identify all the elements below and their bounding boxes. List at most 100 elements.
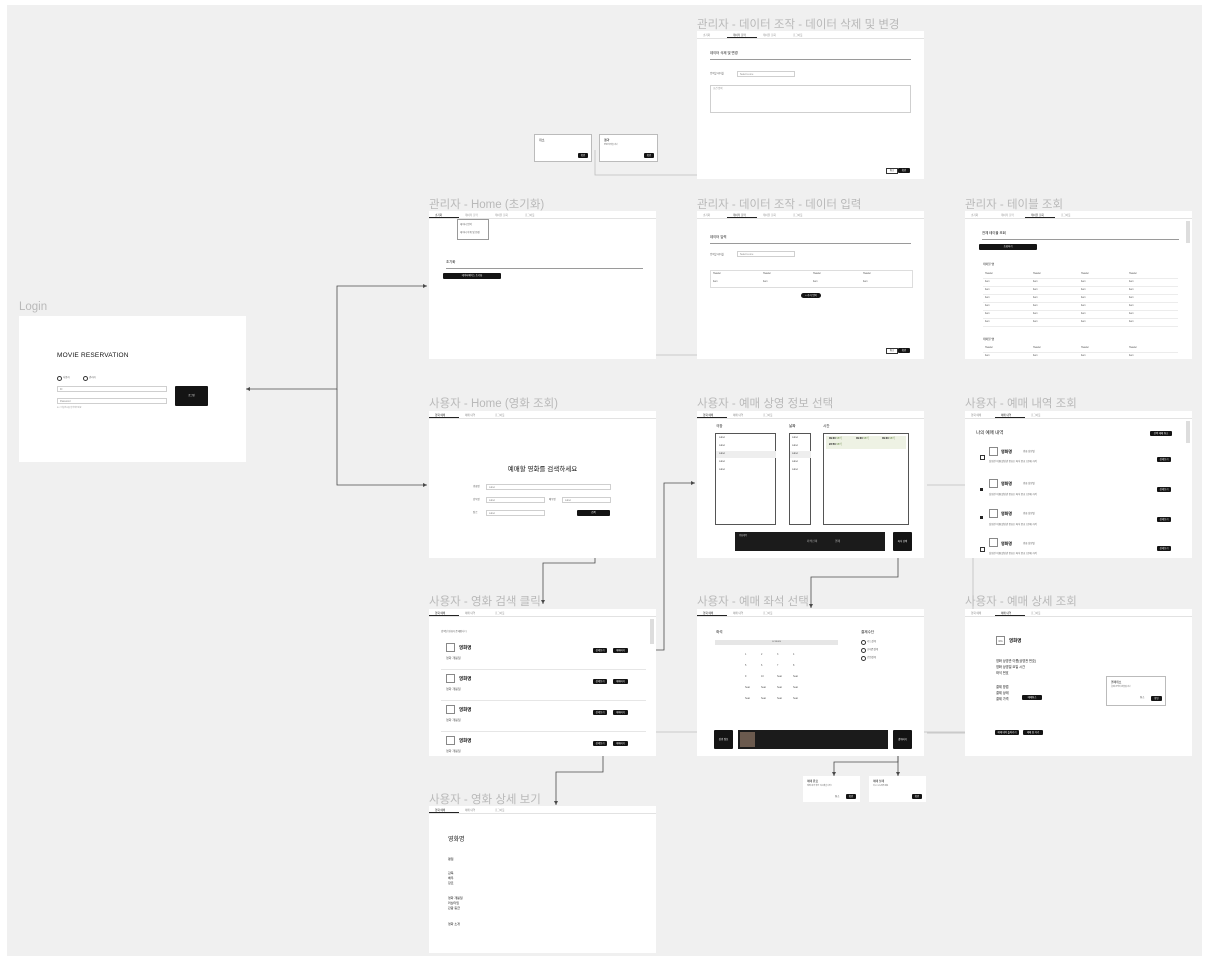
prev-button[interactable]: 상영 정보 [714,730,733,749]
tab-init[interactable]: 초기화 [697,31,727,38]
pay-button[interactable]: 결제하기 [893,730,912,749]
radio-phone[interactable] [861,648,866,653]
radio-simple[interactable] [861,656,866,661]
tab-data[interactable]: 데이터 조작 [727,31,757,38]
theater-item[interactable]: Label [719,436,725,439]
seat[interactable]: 7 [777,664,778,667]
tab-data[interactable]: 데이터 조작 [459,211,489,218]
tab-booking[interactable]: 영화 예매 [429,609,459,616]
book-button[interactable]: 예매하기 [613,710,628,715]
tab-logout[interactable]: 로그아웃 [1055,211,1085,218]
seat[interactable]: 6 [761,664,762,667]
tab-history[interactable]: 예매 내역 [995,609,1025,616]
tab-init[interactable]: 초기화 [429,211,459,218]
tab-logout[interactable]: 로그아웃 [757,609,787,616]
seat[interactable]: Seat [777,697,782,700]
tab-booking[interactable]: 영화 예매 [697,411,727,418]
theater-item[interactable]: Label [719,468,725,471]
modal-result-ok[interactable]: 확인 [644,153,654,158]
radio-card[interactable] [861,640,866,645]
tab-history[interactable]: 예매 내역 [459,806,489,813]
id-field[interactable]: ID [57,386,167,392]
table-select[interactable]: Select a one [737,251,795,257]
tab-booking[interactable]: 영화 예매 [965,609,995,616]
menu-item-insert[interactable]: 데이터 입력 [460,223,472,226]
condition-textarea[interactable]: 조건 입력 [710,85,911,113]
tab-table[interactable]: 테이블 조회 [1025,211,1055,218]
tab-init[interactable]: 초기화 [697,211,727,218]
seat[interactable]: Seat [777,675,782,678]
seat[interactable]: 5 [745,664,746,667]
tab-history[interactable]: 예매 내역 [459,609,489,616]
detail-button[interactable]: 상세보기 [1157,546,1171,551]
seat[interactable]: 4 [793,653,794,656]
tab-booking[interactable]: 영화 예매 [429,806,459,813]
cell[interactable]: Item [863,280,868,283]
init-button[interactable]: 데이터베이스 초기화 [443,273,501,279]
tab-table[interactable]: 테이블 조회 [489,211,519,218]
add-row-button[interactable]: + 추가 입력 [801,293,821,298]
scrollbar[interactable] [1186,421,1190,443]
tab-data[interactable]: 데이터 조작 [727,211,757,218]
tab-history[interactable]: 예매 내역 [459,411,489,418]
detail-button[interactable]: 상세보기 [593,648,607,653]
tab-table[interactable]: 테이블 조회 [757,211,787,218]
popup-cancel[interactable]: 취소 [1140,696,1144,699]
detail-button[interactable]: 상세보기 [1157,487,1171,492]
menu-item-delete[interactable]: 데이터 삭제 및 변경 [460,231,480,234]
checkbox-checked[interactable] [980,516,983,519]
tab-logout[interactable]: 로그아웃 [489,609,519,616]
date-item[interactable]: Label [792,460,798,463]
date-item[interactable]: Label [792,468,798,471]
book-button[interactable]: 예매하기 [613,741,628,746]
modal-cancel-ok[interactable]: 확인 [578,153,588,158]
tab-history[interactable]: 예매 내역 [727,411,757,418]
actor-input[interactable]: Label [562,497,611,503]
seat[interactable]: Seat [793,686,798,689]
tab-history[interactable]: 예매 내역 [995,411,1025,418]
tab-logout[interactable]: 로그아웃 [787,211,817,218]
tab-logout[interactable]: 로그아웃 [1025,609,1055,616]
seat[interactable]: 2 [761,653,762,656]
book-button[interactable]: 예매하기 [613,679,628,684]
seat[interactable]: Seat [777,686,782,689]
detail-button[interactable]: 상세보기 [593,741,607,746]
time-slot[interactable]: 22:50 98석 [829,443,842,447]
detail-button[interactable]: 상세보기 [593,710,607,715]
modal-ok[interactable]: 확인 [846,794,856,799]
scrollbar[interactable] [1186,221,1190,243]
table-select[interactable]: Select a one [737,71,795,77]
time-slot[interactable]: 09:30 98석 [829,437,842,441]
tab-booking[interactable]: 영화 예매 [429,411,459,418]
tab-booking[interactable]: 영화 예매 [697,609,727,616]
cell[interactable]: Item [813,280,818,283]
seat[interactable]: Seat [761,686,766,689]
go-booking-button[interactable]: 예매 창 가기 [1023,730,1043,735]
detail-button[interactable]: 상세보기 [1157,457,1171,462]
cancel-button[interactable]: 취소 [886,168,898,174]
radio-admin[interactable] [83,376,88,381]
seat-select-button[interactable]: 좌석 선택 [893,532,912,551]
tab-logout[interactable]: 로그아웃 [489,411,519,418]
date-item[interactable]: Label [792,444,798,447]
cell[interactable]: Item [763,280,768,283]
theater-item-selected[interactable]: Label [719,452,725,455]
seat[interactable]: Seat [793,697,798,700]
seat[interactable]: 9 [745,675,746,678]
seat[interactable]: Seat [745,697,750,700]
tab-logout[interactable]: 로그아웃 [489,806,519,813]
book-button[interactable]: 예매하기 [613,648,628,653]
theater-item[interactable]: Label [719,444,725,447]
seat[interactable]: Seat [745,686,750,689]
checkbox-checked[interactable] [980,488,983,491]
tab-logout[interactable]: 로그아웃 [519,211,549,218]
tab-init[interactable]: 초기화 [965,211,995,218]
tab-logout[interactable]: 로그아웃 [787,31,817,38]
scrollbar[interactable] [650,619,654,644]
checkbox[interactable] [980,547,985,552]
search-button[interactable]: 검색 [577,510,610,516]
tab-booking[interactable]: 영화 예매 [965,411,995,418]
cancel-booking-button[interactable]: 예매취소 [1022,695,1042,700]
theater-item[interactable]: Label [719,460,725,463]
seat[interactable]: 10 [761,675,764,678]
